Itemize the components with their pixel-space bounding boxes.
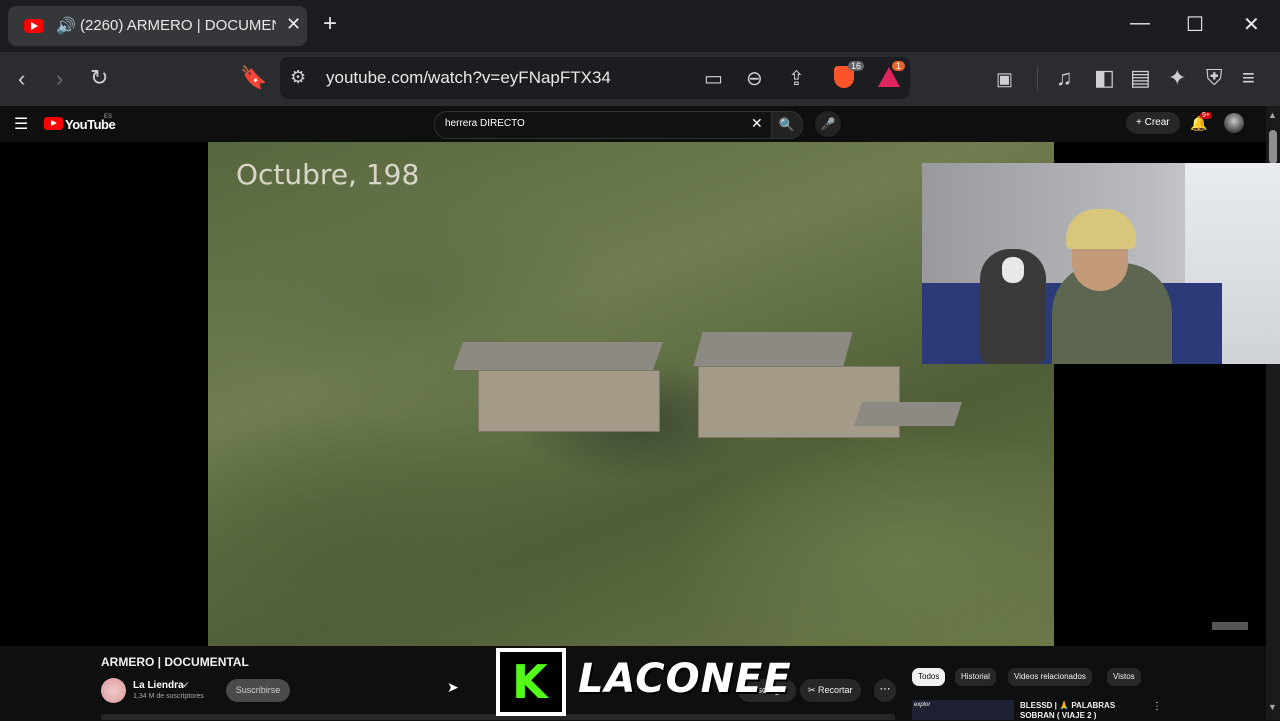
browser-tab-strip: 🔊 (2260) ARMERO | DOCUMENTAL ✕ + — ☐ ✕: [0, 0, 1280, 52]
chip-history[interactable]: Historial: [955, 668, 996, 686]
reader-mode-icon[interactable]: ▣: [996, 67, 1013, 91]
forward-icon[interactable]: ›: [56, 67, 63, 91]
clip-button[interactable]: ✂ Recortar: [800, 679, 861, 702]
create-button[interactable]: + Crear: [1126, 112, 1180, 134]
verified-icon: ✔: [182, 680, 190, 690]
hamburger-menu-icon[interactable]: ☰: [14, 114, 28, 134]
streamer-name: LACONEE: [578, 656, 792, 702]
brave-shields-badge: 16: [848, 61, 865, 71]
search-button[interactable]: 🔍: [771, 111, 803, 139]
kick-logo: K: [496, 648, 566, 716]
webcam-skull: [1002, 257, 1024, 283]
scroll-down-icon[interactable]: ▼: [1268, 702, 1277, 712]
share-icon[interactable]: ⇪: [788, 66, 805, 91]
youtube-favicon-icon: [24, 19, 44, 33]
youtube-header: ☰ YouTube ES herrera DIRECTO ✕ 🔍 🎤 + Cre…: [0, 106, 1266, 142]
notifications-badge: 9+: [1200, 112, 1212, 119]
video-house-roof: [854, 402, 962, 426]
video-date-overlay: Octubre, 198: [236, 158, 420, 191]
youtube-logo-icon[interactable]: [44, 117, 63, 130]
video-title: ARMERO | DOCUMENTAL: [101, 655, 249, 669]
wallet-icon[interactable]: ▤: [1130, 66, 1151, 90]
scrollbar-thumb[interactable]: [1269, 130, 1277, 164]
recommended-thumbnail[interactable]: explor: [912, 700, 1014, 720]
mouse-cursor-icon: ➤: [447, 679, 459, 695]
voice-search-icon[interactable]: 🎤: [815, 111, 841, 137]
video-house-roof: [452, 342, 664, 370]
new-tab-icon[interactable]: +: [323, 12, 337, 36]
search-query: herrera DIRECTO: [445, 118, 525, 129]
bookmark-icon[interactable]: 🔖: [240, 66, 267, 90]
video-watermark: [1212, 622, 1248, 630]
cast-icon[interactable]: ▭: [704, 66, 723, 91]
kick-logo-letter: K: [512, 655, 548, 709]
site-settings-icon[interactable]: ⚙: [290, 67, 306, 88]
kick-logo-inner: K: [500, 652, 562, 712]
streamer-webcam: [922, 163, 1280, 364]
channel-avatar[interactable]: [101, 678, 126, 703]
back-icon[interactable]: ‹: [18, 67, 25, 91]
clear-search-icon[interactable]: ✕: [751, 115, 763, 132]
recommended-menu-icon[interactable]: ⋮: [1152, 701, 1162, 712]
reload-icon[interactable]: ↻: [90, 66, 108, 90]
close-tab-icon[interactable]: ✕: [286, 14, 301, 35]
subscribe-button[interactable]: Suscribirse: [226, 679, 290, 702]
search-input[interactable]: herrera DIRECTO ✕: [434, 111, 772, 139]
recommended-title[interactable]: BLESSD | 🙏 PALABRAS SOBRAN ( VIAJE 2 ): [1020, 701, 1140, 721]
chip-related[interactable]: Videos relacionados: [1008, 668, 1092, 686]
subscriber-count: 1,34 M de suscriptores: [133, 693, 204, 700]
browser-tab-active[interactable]: 🔊 (2260) ARMERO | DOCUMENTAL ✕: [8, 6, 307, 46]
main-menu-icon[interactable]: ≡: [1242, 66, 1255, 90]
more-actions-icon[interactable]: ⋯: [874, 679, 896, 702]
sidebar-icon[interactable]: ◧: [1094, 66, 1115, 90]
create-label: Crear: [1144, 117, 1170, 128]
media-icon[interactable]: ♫: [1056, 66, 1073, 90]
recommended-thumb-text: explor: [914, 702, 931, 708]
maximize-icon[interactable]: ☐: [1186, 12, 1204, 37]
address-bar[interactable]: ⚙ youtube.com/watch?v=eyFNapFTX34 ▭ ⊖ ⇪ …: [280, 57, 910, 99]
chip-all[interactable]: Todos: [912, 668, 946, 686]
account-avatar[interactable]: [1224, 113, 1244, 133]
url-text: youtube.com/watch?v=eyFNapFTX34: [326, 68, 611, 87]
browser-toolbar: ‹ › ↻ 🔖 ⚙ youtube.com/watch?v=eyFNapFTX3…: [0, 52, 1280, 106]
webcam-hair: [1066, 209, 1136, 249]
zoom-icon[interactable]: ⊖: [746, 66, 763, 91]
scroll-up-icon[interactable]: ▲: [1268, 110, 1277, 120]
channel-name[interactable]: La Liendra: [133, 680, 184, 691]
minimize-icon[interactable]: —: [1130, 12, 1150, 35]
close-window-icon[interactable]: ✕: [1243, 12, 1260, 37]
clip-label: Recortar: [818, 685, 853, 695]
youtube-country-code: ES: [104, 114, 113, 120]
video-house-roof: [693, 332, 853, 366]
speaker-icon[interactable]: 🔊: [56, 16, 76, 36]
video-house: [478, 370, 660, 432]
vpn-icon[interactable]: ⛨: [1206, 66, 1223, 90]
leo-ai-icon[interactable]: ✦: [1168, 66, 1186, 90]
chip-watched[interactable]: Vistos: [1107, 668, 1141, 686]
toolbar-divider: [1037, 66, 1038, 90]
tab-title: (2260) ARMERO | DOCUMENTAL: [80, 17, 276, 34]
brave-rewards-badge: 1: [892, 61, 906, 71]
